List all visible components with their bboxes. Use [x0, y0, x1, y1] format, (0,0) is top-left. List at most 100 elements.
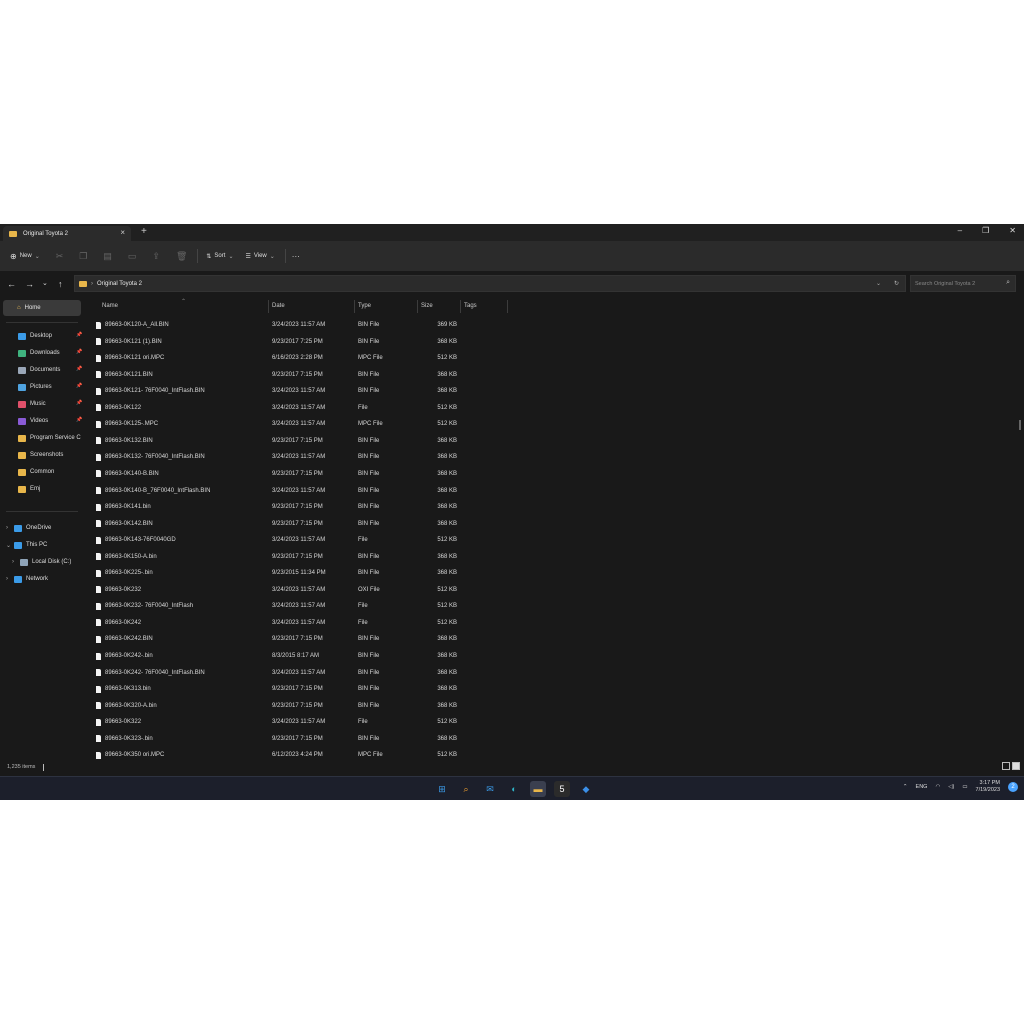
copy-icon[interactable]: ❐ [79, 251, 87, 262]
refresh-icon[interactable]: ↻ [894, 280, 899, 287]
chevron-right-icon[interactable]: › [6, 576, 14, 582]
defender-icon[interactable]: ◆ [578, 781, 594, 797]
file-row[interactable]: 89663-0K120-A_All.BIN 3/24/2023 11:57 AM B… [86, 317, 486, 333]
cut-icon[interactable]: ✂ [56, 251, 64, 262]
delete-icon[interactable]: 🗑 [176, 251, 187, 262]
file-row[interactable]: 89663-0K232 3/24/2023 11:57 AM OXI File 512… [86, 582, 486, 598]
sidebar-item-downloads[interactable]: Downloads [18, 347, 60, 359]
file-row[interactable]: 89663-0K232- 76F0040_IntFlash 3/24/2023 1… [86, 598, 486, 614]
share-icon[interactable]: ⇪ [152, 251, 160, 262]
close-tab-button[interactable]: × [120, 228, 125, 237]
sidebar-item-videos[interactable]: Videos [18, 415, 48, 427]
column-divider[interactable] [354, 300, 355, 313]
column-divider[interactable] [417, 300, 418, 313]
chevron-right-icon[interactable]: › [12, 559, 20, 565]
tab-original-toyota-2[interactable]: Original Toyota 2 × [3, 226, 131, 241]
file-row[interactable]: 89663-0K242-.bin 8/3/2015 8:17 AM BIN File… [86, 648, 486, 664]
file-row[interactable]: 89663-0K121- 76F0040_IntFlash.BIN 3/24/20… [86, 383, 486, 399]
file-explorer-icon[interactable]: ▬ [530, 781, 546, 797]
edge-icon[interactable]: ◐ [506, 781, 522, 797]
scrollbar[interactable] [1019, 420, 1021, 430]
address-dropdown-icon[interactable]: ⌄ [876, 280, 881, 287]
file-row[interactable]: 89663-0K121.BIN 9/23/2017 7:15 PM BIN File… [86, 367, 486, 383]
file-row[interactable]: 89663-0K225-.bin 9/23/2015 11:34 PM BIN Fi… [86, 565, 486, 581]
mail-icon[interactable]: ✉ [482, 781, 498, 797]
file-row[interactable]: 89663-0K132.BIN 9/23/2017 7:15 PM BIN File… [86, 433, 486, 449]
sidebar-item-program-service-c[interactable]: Program Service C [18, 432, 81, 444]
new-tab-button[interactable]: + [141, 226, 147, 237]
details-view-button[interactable] [1002, 762, 1010, 770]
search-icon[interactable]: ⌕ [458, 781, 474, 797]
sort-button[interactable]: ⇅ Sort ⌄ [206, 253, 233, 260]
recent-chevron-icon[interactable]: ⌄ [42, 279, 48, 287]
language-indicator[interactable]: ENG [916, 784, 928, 790]
file-row[interactable]: 89663-0K313.bin 9/23/2017 7:15 PM BIN File… [86, 681, 486, 697]
sidebar-item-desktop[interactable]: Desktop [18, 330, 52, 342]
new-button[interactable]: ⊕ New ⌄ [10, 252, 40, 261]
column-header-size[interactable]: Size [421, 297, 433, 314]
file-row[interactable]: 89663-0K143-76F0040GD 3/24/2023 11:57 AM F… [86, 532, 486, 548]
sidebar-item-home[interactable]: ⌂ Home [3, 300, 81, 316]
sidebar-item-local-disk-c[interactable]: › Local Disk (C:) [12, 556, 71, 568]
file-row[interactable]: 89663-0K242 3/24/2023 11:57 AM File 512 KB [86, 615, 486, 631]
file-row[interactable]: 89663-0K242- 76F0040_IntFlash.BIN 3/24/20… [86, 665, 486, 681]
view-button[interactable]: ☰ View ⌄ [245, 253, 274, 260]
file-row[interactable]: 89663-0K121 (1).BIN 9/23/2017 7:25 PM BIN … [86, 334, 486, 350]
sidebar-item-network[interactable]: › Network [6, 573, 48, 585]
minimize-button[interactable]: – [958, 226, 962, 235]
file-row[interactable]: 89663-0K122 3/24/2023 11:57 AM File 512 KB [86, 400, 486, 416]
search-input[interactable]: Search Original Toyota 2 ⌕ [910, 275, 1016, 292]
notification-badge[interactable]: 2 [1008, 782, 1018, 792]
wifi-icon[interactable]: ◠ [935, 784, 940, 790]
battery-icon[interactable]: ▭ [962, 784, 967, 790]
column-header-type[interactable]: Type [358, 297, 371, 314]
file-size: 368 KB [437, 553, 457, 560]
rename-icon[interactable]: ▭ [128, 251, 137, 262]
column-header-tags[interactable]: Tags [464, 297, 477, 314]
file-row[interactable]: 89663-0K142.BIN 9/23/2017 7:15 PM BIN File… [86, 516, 486, 532]
more-options-button[interactable]: ··· [292, 252, 300, 261]
chevron-right-icon[interactable]: › [6, 525, 14, 531]
close-window-button[interactable]: ✕ [1009, 226, 1016, 235]
file-row[interactable]: 89663-0K125-.MPC 3/24/2023 11:57 AM MPC Fi… [86, 416, 486, 432]
sidebar-item-onedrive[interactable]: › OneDrive [6, 522, 51, 534]
forward-arrow-icon[interactable]: → [25, 279, 34, 289]
sidebar-item-this-pc[interactable]: ⌄ This PC [6, 539, 47, 551]
up-arrow-icon[interactable]: ↑ [58, 279, 63, 289]
file-row[interactable]: 89663-0K323-.bin 9/23/2017 7:15 PM BIN Fil… [86, 731, 486, 747]
sidebar-item-screenshots[interactable]: Screenshots [18, 449, 63, 461]
clock[interactable]: 3:17 PM 7/19/2023 [976, 780, 1000, 794]
file-row[interactable]: 89663-0K140-B.BIN 9/23/2017 7:15 PM BIN Fi… [86, 466, 486, 482]
column-divider[interactable] [460, 300, 461, 313]
file-row[interactable]: 89663-0K242.BIN 9/23/2017 7:15 PM BIN File… [86, 631, 486, 647]
chevron-up-icon[interactable]: ⌃ [903, 784, 908, 790]
tiles-view-button[interactable] [1012, 762, 1020, 770]
file-row[interactable]: 89663-0K132- 76F0040_IntFlash.BIN 3/24/20… [86, 449, 486, 465]
start-icon[interactable]: ⊞ [434, 781, 450, 797]
maximize-button[interactable]: ❐ [982, 226, 989, 235]
sidebar-item-music[interactable]: Music [18, 398, 46, 410]
file-row[interactable]: 89663-0K121 ori.MPC 6/16/2023 2:28 PM MPC … [86, 350, 486, 366]
pin-icon: 📌 [76, 417, 83, 423]
file-row[interactable]: 89663-0K141.bin 9/23/2017 7:15 PM BIN File… [86, 499, 486, 515]
chevron-down-icon[interactable]: ⌄ [6, 542, 14, 549]
file-row[interactable]: 89663-0K322 3/24/2023 11:57 AM File 512 KB [86, 714, 486, 730]
sidebar-item-emj[interactable]: Emj [18, 483, 40, 495]
sidebar-item-common[interactable]: Common [18, 466, 54, 478]
app-5-icon[interactable]: 5 [554, 781, 570, 797]
address-bar[interactable]: › Original Toyota 2 ⌄ ↻ [74, 275, 906, 292]
sidebar-item-pictures[interactable]: Pictures [18, 381, 52, 393]
file-row[interactable]: 89663-0K320-A.bin 9/23/2017 7:15 PM BIN Fi… [86, 698, 486, 714]
column-divider[interactable] [268, 300, 269, 313]
sidebar-item-documents[interactable]: Documents [18, 364, 60, 376]
back-arrow-icon[interactable]: ← [7, 279, 16, 289]
column-header-name[interactable]: Name [102, 297, 118, 314]
volume-icon[interactable]: ◁) [948, 784, 954, 790]
breadcrumb-original-toyota-2[interactable]: Original Toyota 2 [97, 281, 142, 287]
file-row[interactable]: 89663-0K140-B_76F0040_IntFlash.BIN 3/24/2… [86, 483, 486, 499]
column-divider[interactable] [507, 300, 508, 313]
paste-icon[interactable]: ▤ [103, 251, 112, 262]
file-row[interactable]: 89663-0K150-A.bin 9/23/2017 7:15 PM BIN Fi… [86, 549, 486, 565]
file-row[interactable]: 89663-0K350 ori.MPC 6/12/2023 4:24 PM MPC … [86, 747, 486, 763]
column-header-date[interactable]: Date [272, 297, 285, 314]
